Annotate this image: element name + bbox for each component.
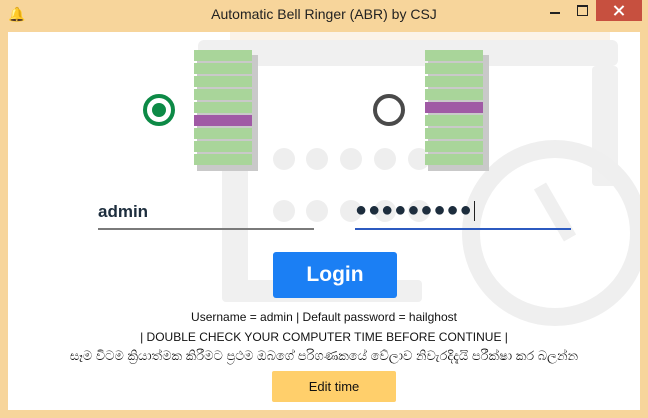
device-bar <box>194 115 252 126</box>
device-bar <box>425 141 483 152</box>
device-bar <box>194 50 252 61</box>
device-2-radio[interactable] <box>373 94 405 126</box>
device-bar <box>194 89 252 100</box>
device-bar <box>194 63 252 74</box>
login-button[interactable]: Login <box>273 252 397 298</box>
time-warning-sinhala: සෑම විටම ක්‍රියාත්මක කිරීමට ප්‍රථම ඔබගේ … <box>69 348 579 363</box>
device-1-radio[interactable] <box>143 94 175 126</box>
credentials-hint: Username = admin | Default password = ha… <box>191 310 457 324</box>
minimize-button[interactable] <box>541 0 569 21</box>
maximize-button[interactable] <box>569 0 596 21</box>
password-field[interactable]: ●●●●●●●●● <box>355 199 571 230</box>
device-bar <box>425 76 483 87</box>
device-bar <box>194 141 252 152</box>
device-bar <box>425 89 483 100</box>
device-bar <box>194 128 252 139</box>
close-button[interactable] <box>596 0 642 21</box>
password-value: ●●●●●●●●● <box>355 199 473 221</box>
device-bar <box>194 154 252 165</box>
device-bar <box>425 63 483 74</box>
device-1-graphic[interactable] <box>194 50 258 171</box>
time-warning: | DOUBLE CHECK YOUR COMPUTER TIME BEFORE… <box>140 330 508 344</box>
device-2-graphic[interactable] <box>425 50 489 171</box>
device-bar <box>425 128 483 139</box>
login-panel: admin ●●●●●●●●● Login Username = admin |… <box>8 32 640 410</box>
device-bar <box>425 102 483 113</box>
app-window: 🔔 Automatic Bell Ringer (ABR) by CSJ adm… <box>0 0 648 418</box>
edit-time-button[interactable]: Edit time <box>272 371 396 402</box>
device-bar <box>194 76 252 87</box>
device-bar <box>425 115 483 126</box>
title-bar[interactable]: 🔔 Automatic Bell Ringer (ABR) by CSJ <box>0 0 648 32</box>
device-bar <box>194 102 252 113</box>
device-bar <box>425 50 483 61</box>
device-bar <box>425 154 483 165</box>
text-caret <box>473 200 475 221</box>
username-value: admin <box>98 202 149 221</box>
username-field[interactable]: admin <box>98 202 314 230</box>
